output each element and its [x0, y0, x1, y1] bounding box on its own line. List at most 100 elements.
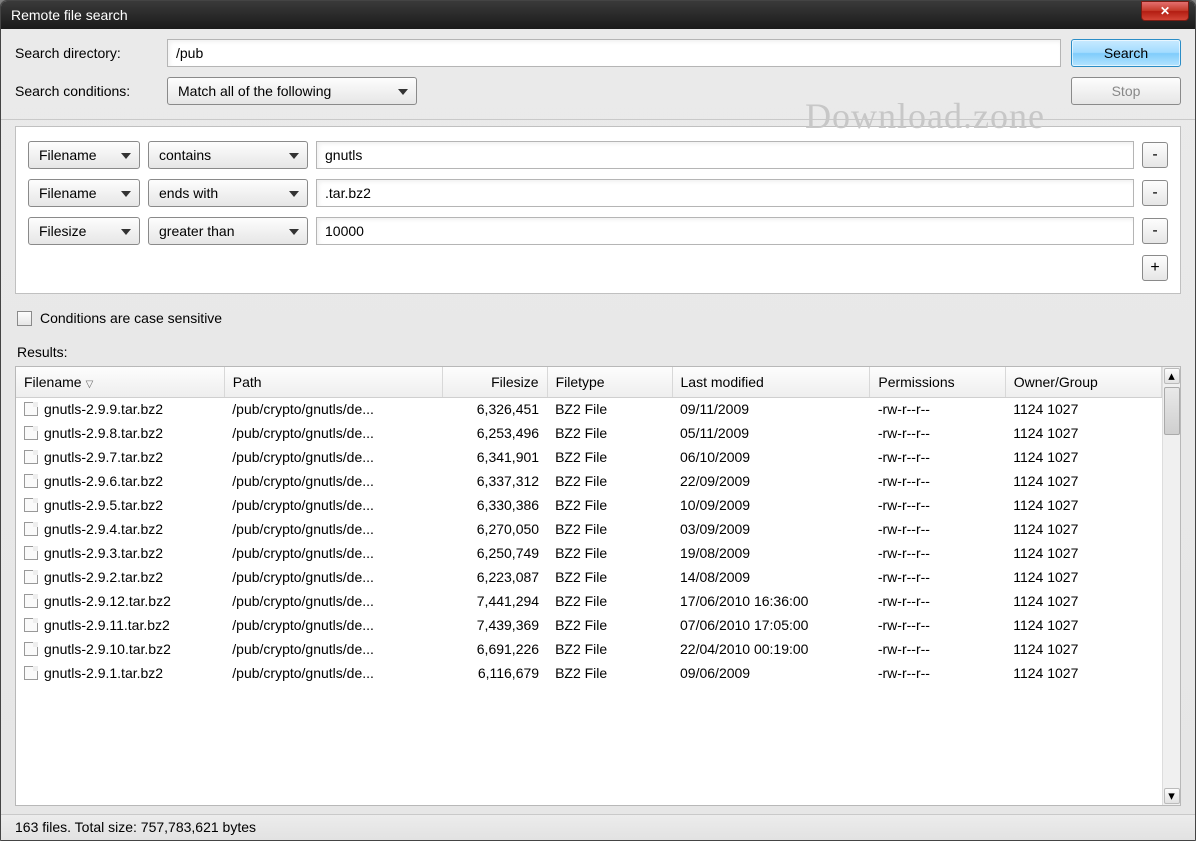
cell-permissions: -rw-r--r-- [870, 661, 1005, 685]
cell-path: /pub/crypto/gnutls/de... [224, 445, 443, 469]
cell-path: /pub/crypto/gnutls/de... [224, 493, 443, 517]
condition-op-select[interactable]: ends with [148, 179, 308, 207]
remove-condition-button[interactable]: - [1142, 142, 1168, 168]
cell-last-modified: 22/09/2009 [672, 469, 870, 493]
condition-field-select[interactable]: Filename [28, 179, 140, 207]
window-title: Remote file search [11, 7, 1141, 23]
cell-owner-group: 1124 1027 [1005, 637, 1161, 661]
cell-path: /pub/crypto/gnutls/de... [224, 421, 443, 445]
cell-last-modified: 17/06/2010 16:36:00 [672, 589, 870, 613]
stop-button[interactable]: Stop [1071, 77, 1181, 105]
file-icon [24, 546, 38, 560]
search-directory-input[interactable] [167, 39, 1061, 67]
case-sensitive-checkbox[interactable] [17, 311, 32, 326]
scroll-up-icon[interactable]: ▴ [1164, 368, 1180, 384]
cell-last-modified: 09/06/2009 [672, 661, 870, 685]
condition-value-input[interactable] [316, 141, 1134, 169]
cell-owner-group: 1124 1027 [1005, 613, 1161, 637]
col-last-modified[interactable]: Last modified [672, 367, 870, 397]
col-filename[interactable]: Filename▽ [16, 367, 224, 397]
condition-value-input[interactable] [316, 217, 1134, 245]
table-row[interactable]: gnutls-2.9.4.tar.bz2/pub/crypto/gnutls/d… [16, 517, 1162, 541]
file-icon [24, 522, 38, 536]
cell-path: /pub/crypto/gnutls/de... [224, 589, 443, 613]
cell-permissions: -rw-r--r-- [870, 541, 1005, 565]
cell-last-modified: 10/09/2009 [672, 493, 870, 517]
table-row[interactable]: gnutls-2.9.9.tar.bz2/pub/crypto/gnutls/d… [16, 397, 1162, 421]
condition-field-select[interactable]: Filename [28, 141, 140, 169]
cell-filesize: 6,253,496 [443, 421, 547, 445]
cell-filename: gnutls-2.9.8.tar.bz2 [16, 421, 224, 445]
table-row[interactable]: gnutls-2.9.5.tar.bz2/pub/crypto/gnutls/d… [16, 493, 1162, 517]
col-path[interactable]: Path [224, 367, 443, 397]
top-panel: Search directory: Search Search conditio… [1, 29, 1195, 120]
cell-filesize: 6,330,386 [443, 493, 547, 517]
cell-permissions: -rw-r--r-- [870, 613, 1005, 637]
cell-permissions: -rw-r--r-- [870, 637, 1005, 661]
cell-filetype: BZ2 File [547, 493, 672, 517]
cell-filename: gnutls-2.9.3.tar.bz2 [16, 541, 224, 565]
condition-value-input[interactable] [316, 179, 1134, 207]
condition-op-select[interactable]: contains [148, 141, 308, 169]
cell-permissions: -rw-r--r-- [870, 445, 1005, 469]
cell-owner-group: 1124 1027 [1005, 517, 1161, 541]
remove-condition-button[interactable]: - [1142, 218, 1168, 244]
content: Search directory: Search Search conditio… [1, 29, 1195, 840]
table-row[interactable]: gnutls-2.9.10.tar.bz2/pub/crypto/gnutls/… [16, 637, 1162, 661]
statusbar: 163 files. Total size: 757,783,621 bytes [1, 814, 1195, 840]
cell-filetype: BZ2 File [547, 445, 672, 469]
table-row[interactable]: gnutls-2.9.7.tar.bz2/pub/crypto/gnutls/d… [16, 445, 1162, 469]
cell-owner-group: 1124 1027 [1005, 565, 1161, 589]
cell-path: /pub/crypto/gnutls/de... [224, 397, 443, 421]
results-table: Filename▽ Path Filesize Filetype Last mo… [16, 367, 1162, 685]
remove-condition-button[interactable]: - [1142, 180, 1168, 206]
cell-permissions: -rw-r--r-- [870, 565, 1005, 589]
cell-filesize: 6,337,312 [443, 469, 547, 493]
condition-row: Filename ends with - [28, 179, 1168, 207]
cell-filename: gnutls-2.9.5.tar.bz2 [16, 493, 224, 517]
col-filetype[interactable]: Filetype [547, 367, 672, 397]
cell-last-modified: 05/11/2009 [672, 421, 870, 445]
file-icon [24, 498, 38, 512]
file-icon [24, 594, 38, 608]
add-condition-button[interactable]: + [1142, 255, 1168, 281]
table-row[interactable]: gnutls-2.9.12.tar.bz2/pub/crypto/gnutls/… [16, 589, 1162, 613]
cell-path: /pub/crypto/gnutls/de... [224, 565, 443, 589]
cell-filename: gnutls-2.9.2.tar.bz2 [16, 565, 224, 589]
cell-filetype: BZ2 File [547, 637, 672, 661]
condition-op-select[interactable]: greater than [148, 217, 308, 245]
table-row[interactable]: gnutls-2.9.6.tar.bz2/pub/crypto/gnutls/d… [16, 469, 1162, 493]
cell-filetype: BZ2 File [547, 421, 672, 445]
search-button[interactable]: Search [1071, 39, 1181, 67]
file-icon [24, 666, 38, 680]
cell-owner-group: 1124 1027 [1005, 421, 1161, 445]
table-row[interactable]: gnutls-2.9.2.tar.bz2/pub/crypto/gnutls/d… [16, 565, 1162, 589]
col-owner-group[interactable]: Owner/Group [1005, 367, 1161, 397]
scroll-thumb[interactable] [1164, 387, 1180, 435]
cell-last-modified: 19/08/2009 [672, 541, 870, 565]
results-panel: Filename▽ Path Filesize Filetype Last mo… [15, 366, 1181, 806]
table-row[interactable]: gnutls-2.9.3.tar.bz2/pub/crypto/gnutls/d… [16, 541, 1162, 565]
cell-permissions: -rw-r--r-- [870, 493, 1005, 517]
col-filesize[interactable]: Filesize [443, 367, 547, 397]
col-permissions[interactable]: Permissions [870, 367, 1005, 397]
close-button[interactable]: ✕ [1141, 1, 1189, 21]
scrollbar[interactable]: ▴ ▾ [1162, 367, 1180, 805]
conditions-panel: Filename contains - Filename ends with - Files… [15, 126, 1181, 294]
file-icon [24, 450, 38, 464]
cell-owner-group: 1124 1027 [1005, 493, 1161, 517]
condition-row: Filename contains - [28, 141, 1168, 169]
table-row[interactable]: gnutls-2.9.8.tar.bz2/pub/crypto/gnutls/d… [16, 421, 1162, 445]
condition-field-select[interactable]: Filesize [28, 217, 140, 245]
table-row[interactable]: gnutls-2.9.1.tar.bz2/pub/crypto/gnutls/d… [16, 661, 1162, 685]
cell-permissions: -rw-r--r-- [870, 421, 1005, 445]
file-icon [24, 570, 38, 584]
cell-filetype: BZ2 File [547, 565, 672, 589]
titlebar[interactable]: Remote file search ✕ [1, 1, 1195, 29]
match-mode-select[interactable]: Match all of the following [167, 77, 417, 105]
scroll-down-icon[interactable]: ▾ [1164, 788, 1180, 804]
cell-path: /pub/crypto/gnutls/de... [224, 613, 443, 637]
cell-permissions: -rw-r--r-- [870, 469, 1005, 493]
table-row[interactable]: gnutls-2.9.11.tar.bz2/pub/crypto/gnutls/… [16, 613, 1162, 637]
cell-permissions: -rw-r--r-- [870, 589, 1005, 613]
